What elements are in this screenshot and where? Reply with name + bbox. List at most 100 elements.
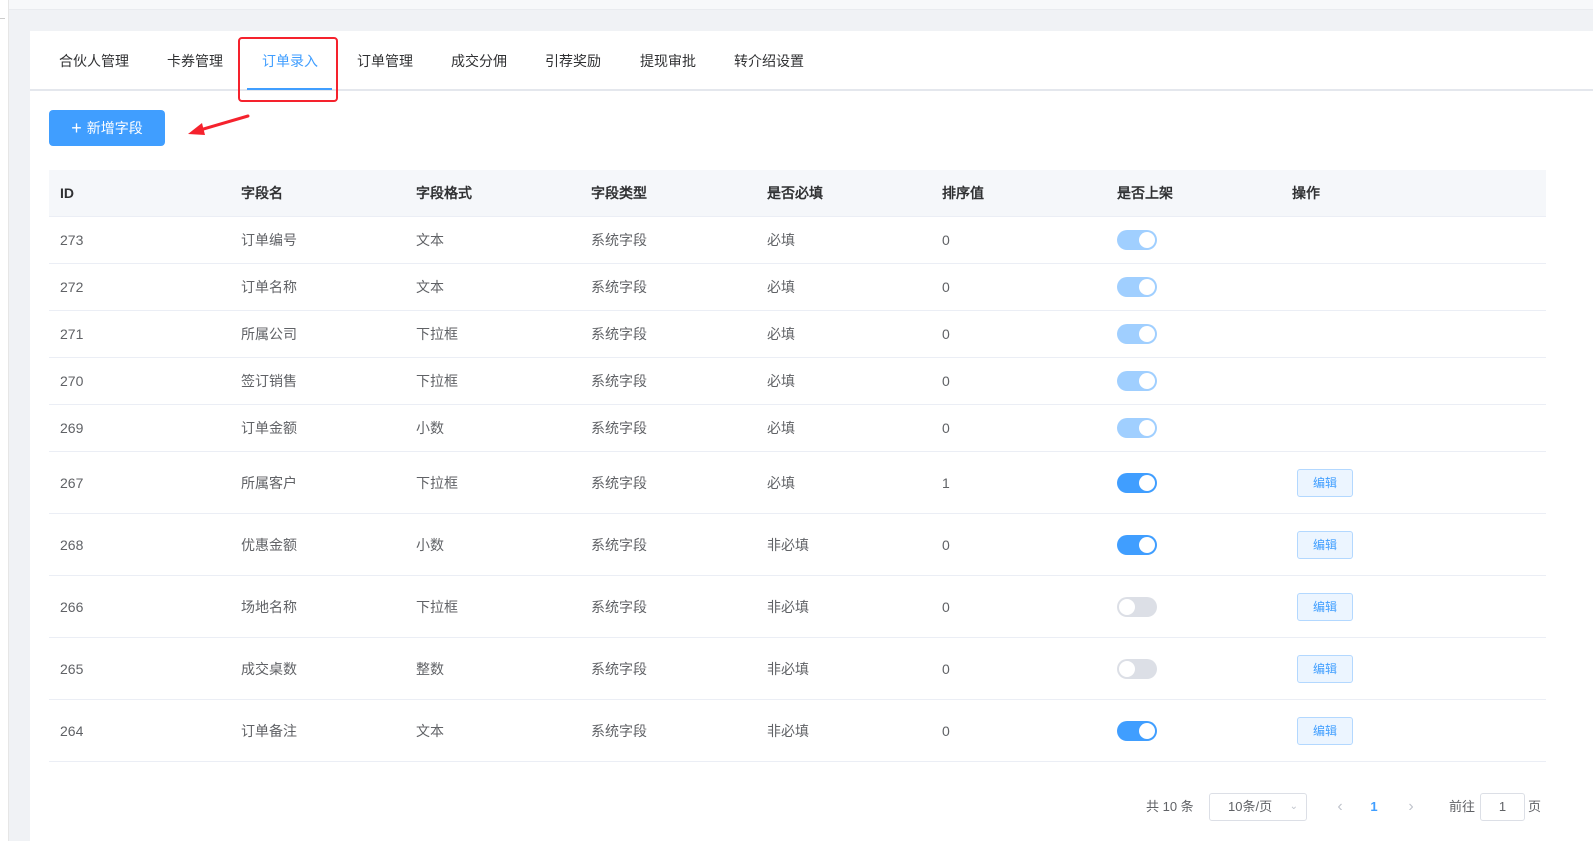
page-suffix-label: 页 — [1528, 799, 1542, 814]
toggle-knob — [1139, 373, 1155, 389]
cell-id: 265 — [60, 660, 84, 677]
tab-referral-reward[interactable]: 引荐奖励 — [545, 31, 601, 91]
cell-field-format: 下拉框 — [416, 598, 458, 615]
table-row: 267 所属客户 下拉框 系统字段 必填 1 编辑 — [49, 452, 1546, 514]
edit-button[interactable]: 编辑 — [1297, 592, 1353, 621]
cell-field-type: 系统字段 — [591, 598, 647, 615]
cell-field-format: 整数 — [416, 660, 444, 677]
on-shelf-toggle[interactable] — [1117, 472, 1157, 493]
toggle-knob — [1119, 660, 1135, 677]
edit-button[interactable]: 编辑 — [1297, 716, 1353, 745]
cell-sort: 0 — [942, 660, 950, 677]
cell-field-name: 优惠金额 — [241, 536, 297, 553]
header-field-name: 字段名 — [241, 185, 283, 201]
cell-field-name: 场地名称 — [241, 598, 297, 615]
cell-field-format: 下拉框 — [416, 474, 458, 491]
cell-id: 266 — [60, 598, 84, 615]
cell-field-name: 所属客户 — [241, 474, 297, 491]
on-shelf-toggle[interactable] — [1117, 658, 1157, 679]
plus-icon: + — [71, 118, 82, 138]
page-size-select[interactable]: 10条/页 ⌄ — [1209, 793, 1307, 821]
cell-sort: 1 — [942, 474, 950, 491]
page-jump-input[interactable]: 1 — [1480, 793, 1525, 821]
cell-field-format: 文本 — [416, 279, 444, 295]
header-on-shelf: 是否上架 — [1117, 185, 1173, 201]
cell-id: 268 — [60, 536, 84, 553]
prev-page-icon[interactable]: ‹ — [1330, 793, 1350, 821]
toggle-knob — [1139, 279, 1155, 295]
tab-order-management[interactable]: 订单管理 — [357, 31, 413, 91]
cell-id: 270 — [60, 373, 84, 389]
cell-sort: 0 — [942, 722, 950, 739]
edit-button[interactable]: 编辑 — [1297, 530, 1353, 559]
cell-field-type: 系统字段 — [591, 722, 647, 739]
cell-required: 必填 — [767, 326, 795, 342]
cell-required: 必填 — [767, 420, 795, 436]
cell-required: 必填 — [767, 279, 795, 295]
toggle-knob — [1139, 232, 1155, 248]
cell-field-type: 系统字段 — [591, 474, 647, 491]
toggle-knob — [1119, 598, 1135, 615]
toggle-knob — [1139, 722, 1155, 739]
on-shelf-toggle[interactable] — [1117, 720, 1157, 741]
annotation-highlight-box — [238, 37, 338, 102]
page-number-current[interactable]: 1 — [1364, 793, 1384, 821]
cell-id: 272 — [60, 279, 84, 295]
cell-field-format: 文本 — [416, 232, 444, 248]
page-size-value: 10条/页 — [1228, 799, 1273, 814]
cell-field-name: 订单备注 — [241, 722, 297, 739]
cell-field-format: 小数 — [416, 536, 444, 553]
edge-tick — [0, 18, 5, 19]
cell-required: 非必填 — [767, 722, 809, 739]
cell-id: 273 — [60, 232, 84, 248]
cell-field-format: 小数 — [416, 420, 444, 436]
cell-required: 必填 — [767, 373, 795, 389]
tab-withdraw-approval[interactable]: 提现审批 — [640, 31, 696, 91]
toggle-knob — [1139, 420, 1155, 436]
table-row: 268 优惠金额 小数 系统字段 非必填 0 编辑 — [49, 514, 1546, 576]
cell-field-type: 系统字段 — [591, 232, 647, 248]
add-field-button[interactable]: + 新增字段 — [49, 110, 165, 146]
goto-label: 前往 — [1449, 799, 1476, 814]
content-card: 合伙人管理 卡券管理 订单录入 订单管理 成交分佣 引荐奖励 提现审批 转介绍设… — [30, 31, 1593, 841]
cell-id: 271 — [60, 326, 84, 342]
table-header: ID 字段名 字段格式 字段类型 是否必填 排序值 是否上架 操作 — [49, 170, 1546, 217]
fields-table: ID 字段名 字段格式 字段类型 是否必填 排序值 是否上架 操作 273 订单编… — [49, 170, 1546, 762]
on-shelf-toggle[interactable] — [1117, 534, 1157, 555]
cell-sort: 0 — [942, 232, 950, 248]
on-shelf-toggle[interactable] — [1117, 596, 1157, 617]
edit-button[interactable]: 编辑 — [1297, 468, 1353, 497]
cell-required: 非必填 — [767, 536, 809, 553]
top-bar — [9, 0, 1593, 10]
cell-field-type: 系统字段 — [591, 660, 647, 677]
cell-field-format: 下拉框 — [416, 373, 458, 389]
tab-referral-settings[interactable]: 转介绍设置 — [734, 31, 804, 91]
cell-field-type: 系统字段 — [591, 536, 647, 553]
header-actions: 操作 — [1292, 185, 1320, 201]
cell-field-format: 下拉框 — [416, 326, 458, 342]
pagination-total: 共 10 条 — [1146, 799, 1194, 814]
tab-partner-management[interactable]: 合伙人管理 — [59, 31, 129, 91]
cell-field-type: 系统字段 — [591, 420, 647, 436]
chevron-down-icon: ⌄ — [1289, 801, 1298, 812]
header-required: 是否必填 — [767, 185, 823, 201]
table-body: 273 订单编号 文本 系统字段 必填 0 272 订单名称 文本 系统字段 必填 0 271 所属公司下… — [49, 217, 1546, 762]
annotation-arrow-icon — [188, 114, 250, 135]
header-field-format: 字段格式 — [416, 185, 472, 201]
on-shelf-toggle — [1117, 230, 1157, 250]
toggle-knob — [1139, 474, 1155, 491]
tab-commission[interactable]: 成交分佣 — [451, 31, 507, 91]
cell-field-name: 订单编号 — [241, 232, 297, 248]
cell-field-name: 签订销售 — [241, 373, 297, 389]
next-page-icon[interactable]: › — [1401, 793, 1421, 821]
tab-coupon-management[interactable]: 卡券管理 — [167, 31, 223, 91]
edit-button[interactable]: 编辑 — [1297, 654, 1353, 683]
cell-sort: 0 — [942, 279, 950, 295]
cell-field-format: 文本 — [416, 722, 444, 739]
table-row: 265 成交桌数 整数 系统字段 非必填 0 编辑 — [49, 638, 1546, 700]
cell-required: 必填 — [767, 232, 795, 248]
table-row: 273 订单编号 文本 系统字段 必填 0 — [49, 217, 1546, 264]
on-shelf-toggle — [1117, 418, 1157, 438]
toggle-knob — [1139, 536, 1155, 553]
cell-required: 非必填 — [767, 660, 809, 677]
